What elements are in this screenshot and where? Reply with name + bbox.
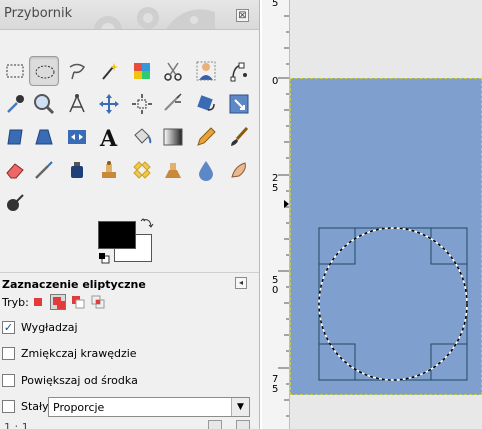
airbrush-icon[interactable] bbox=[29, 155, 59, 185]
toolbox-title: Przybornik bbox=[4, 6, 73, 21]
tab-menu-icon[interactable]: ◂ bbox=[235, 277, 247, 289]
foreground-select-icon[interactable] bbox=[191, 56, 221, 86]
align-icon[interactable] bbox=[127, 89, 157, 119]
ink-icon[interactable] bbox=[62, 155, 92, 185]
paintbrush-icon[interactable] bbox=[224, 122, 254, 152]
heal-icon[interactable] bbox=[127, 155, 157, 185]
feather-option[interactable]: Zmiękczaj krawędzie bbox=[2, 346, 252, 364]
ruler-label: 0 bbox=[272, 285, 279, 296]
shear-icon[interactable] bbox=[0, 122, 30, 152]
fixed-checkbox[interactable] bbox=[2, 400, 15, 413]
portrait-button[interactable] bbox=[208, 420, 222, 429]
zoom-icon[interactable] bbox=[29, 89, 59, 119]
image-window: 5 0 2 5 5 0 7 5 bbox=[262, 0, 482, 429]
toolbox-titlebar: Przybornik ⊠ bbox=[0, 0, 259, 30]
measure-icon[interactable] bbox=[62, 89, 92, 119]
tool-options-title: Zaznaczenie eliptyczne bbox=[2, 278, 146, 291]
text-icon[interactable]: A bbox=[94, 122, 124, 152]
color-area bbox=[98, 216, 156, 266]
landscape-button[interactable] bbox=[236, 420, 250, 429]
paths-icon[interactable] bbox=[224, 56, 254, 86]
ellipse-selection[interactable] bbox=[290, 78, 482, 395]
clone-icon[interactable] bbox=[94, 155, 124, 185]
perspective-clone-icon[interactable] bbox=[158, 155, 188, 185]
expand-label: Powiększaj od środka bbox=[21, 374, 138, 387]
ellipse-select-icon[interactable] bbox=[29, 56, 59, 86]
antialias-option[interactable]: ✓ Wygładzaj bbox=[2, 320, 252, 338]
tool-options-header: Zaznaczenie eliptyczne ◂ bbox=[0, 272, 259, 294]
scissors-icon[interactable] bbox=[158, 56, 188, 86]
crop-icon[interactable] bbox=[158, 89, 188, 119]
mode-replace-icon[interactable] bbox=[30, 294, 46, 310]
antialias-label: Wygładzaj bbox=[21, 321, 78, 334]
mode-row: Tryb: bbox=[0, 294, 259, 312]
foreground-color-swatch[interactable] bbox=[98, 221, 136, 249]
mode-add-icon[interactable] bbox=[50, 294, 66, 310]
svg-text:A: A bbox=[99, 126, 118, 149]
ruler-label: 5 bbox=[272, 0, 279, 9]
bucket-fill-icon[interactable] bbox=[127, 122, 157, 152]
blur-icon[interactable] bbox=[191, 155, 221, 185]
scale-icon[interactable] bbox=[224, 89, 254, 119]
blend-icon[interactable] bbox=[158, 122, 188, 152]
feather-checkbox[interactable] bbox=[2, 347, 15, 360]
expand-option[interactable]: Powiększaj od środka bbox=[2, 373, 252, 391]
ruler-label: 5 bbox=[272, 183, 279, 194]
fixed-mode-select[interactable]: Proporcje ▼ bbox=[48, 397, 250, 417]
flip-icon[interactable] bbox=[62, 122, 92, 152]
default-colors-icon[interactable] bbox=[98, 252, 110, 264]
expand-checkbox[interactable] bbox=[2, 374, 15, 387]
ruler-label: 5 bbox=[272, 384, 279, 395]
move-icon[interactable] bbox=[94, 89, 124, 119]
pencil-icon[interactable] bbox=[191, 122, 221, 152]
mode-intersect-icon[interactable] bbox=[90, 294, 106, 310]
mode-label: Tryb: bbox=[2, 296, 29, 309]
image-canvas[interactable] bbox=[290, 78, 482, 395]
fuzzy-select-icon[interactable] bbox=[94, 56, 124, 86]
fixed-option[interactable]: Stały: bbox=[2, 399, 52, 417]
free-select-icon[interactable] bbox=[62, 56, 92, 86]
chevron-down-icon[interactable]: ▼ bbox=[231, 398, 249, 416]
color-picker-icon[interactable] bbox=[0, 89, 30, 119]
rect-select-icon[interactable] bbox=[0, 56, 30, 86]
select-by-color-icon[interactable] bbox=[127, 56, 157, 86]
toolbox-panel: Przybornik ⊠ A Zaznaczenie eliptyczne ◂ … bbox=[0, 0, 260, 429]
wilber-decoration-icon bbox=[94, 7, 215, 29]
aspect-ratio-text: 1 : 1 ... bbox=[4, 421, 43, 429]
eraser-icon[interactable] bbox=[0, 155, 30, 185]
mode-subtract-icon[interactable] bbox=[70, 294, 86, 310]
dodge-burn-icon[interactable] bbox=[0, 188, 30, 218]
fixed-label: Stały: bbox=[21, 400, 52, 413]
swap-colors-icon[interactable] bbox=[140, 216, 154, 230]
smudge-icon[interactable] bbox=[224, 155, 254, 185]
close-icon[interactable]: ⊠ bbox=[236, 9, 249, 22]
ruler-label: 0 bbox=[272, 76, 279, 87]
antialias-checkbox[interactable]: ✓ bbox=[2, 321, 15, 334]
vertical-ruler[interactable]: 5 0 2 5 5 0 7 5 bbox=[262, 0, 290, 429]
fixed-mode-value: Proporcje bbox=[53, 401, 105, 414]
perspective-icon[interactable] bbox=[29, 122, 59, 152]
feather-label: Zmiękczaj krawędzie bbox=[21, 347, 137, 360]
ruler-ticks bbox=[278, 15, 289, 417]
rotate-icon[interactable] bbox=[191, 89, 221, 119]
